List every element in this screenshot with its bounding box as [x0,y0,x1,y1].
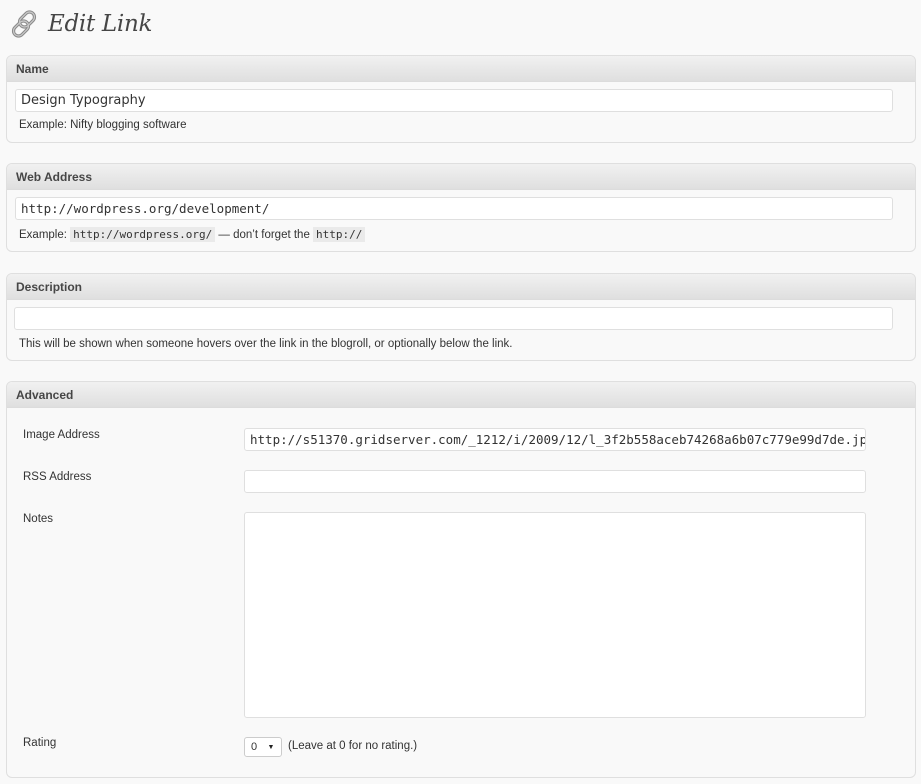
rating-select[interactable]: 0 ▼ [244,737,282,757]
rss-address-label: RSS Address [23,471,92,483]
web-hint-prefix: Example: [19,229,67,241]
edit-link-page: Edit Link Name Design Typography Example… [0,0,921,784]
image-address-input[interactable]: http://s51370.gridserver.com/_1212/i/200… [244,428,866,451]
notes-label: Notes [23,513,54,525]
rss-address-input[interactable] [244,470,866,493]
notes-textarea[interactable] [244,512,866,718]
rating-hint: (Leave at 0 for no rating.) [288,740,418,752]
web-hint-example-code: http://wordpress.org/ [70,227,216,242]
description-input[interactable] [14,307,893,330]
rating-value: 0 [251,741,258,753]
image-address-label: Image Address [23,429,100,441]
description-box: Description This will be shown when some… [6,273,916,361]
advanced-box: Advanced Image Address http://s51370.gri… [6,381,916,778]
advanced-box-heading: Advanced [7,382,915,408]
web-hint-protocol-code: http:// [313,227,366,242]
title-bar: Edit Link [8,5,152,43]
page-title: Edit Link [48,11,153,37]
name-box-heading: Name [7,56,915,82]
web-address-box: Web Address http://wordpress.org/develop… [6,163,916,252]
web-hint-middle: — don’t forget the [218,229,310,241]
description-box-heading: Description [7,274,915,300]
link-icon [8,7,42,41]
web-address-input[interactable]: http://wordpress.org/development/ [15,197,893,220]
name-box: Name Design Typography Example: Nifty bl… [6,55,916,143]
web-address-box-heading: Web Address [7,164,915,190]
name-hint: Example: Nifty blogging software [19,119,187,131]
description-hint: This will be shown when someone hovers o… [19,338,513,350]
rating-label: Rating [23,737,57,749]
web-address-hint: Example: http://wordpress.org/ — don’t f… [19,227,366,242]
name-input[interactable]: Design Typography [15,89,893,112]
chevron-down-icon: ▼ [267,743,275,751]
